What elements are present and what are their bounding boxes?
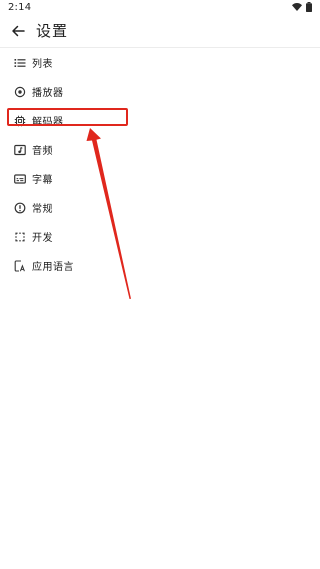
settings-screen: 2:14 设置 列表 播放器 解码器 音频 字幕 常规 开发 应用语言 [0,0,320,569]
menu-item-decoder[interactable]: 解码器 [0,106,320,135]
back-button[interactable] [2,15,34,47]
menu-item-app-language[interactable]: 应用语言 [0,251,320,280]
wifi-icon [292,3,302,11]
menu-item-label: 应用语言 [32,262,74,273]
status-time: 2:14 [8,1,32,13]
menu-item-general[interactable]: 常规 [0,193,320,222]
battery-icon [306,2,312,12]
menu-item-subtitle[interactable]: 字幕 [0,164,320,193]
language-icon [14,259,26,272]
status-bar: 2:14 [0,0,320,14]
menu-item-label: 开发 [32,233,53,244]
arrow-back-icon [12,25,25,36]
app-bar: 设置 [0,14,320,48]
chip-icon [14,115,26,127]
player-icon [14,86,26,98]
list-icon [14,57,26,69]
menu-item-label: 列表 [32,59,53,70]
menu-item-list[interactable]: 列表 [0,48,320,77]
menu-item-label: 播放器 [32,88,64,99]
subtitle-icon [14,173,26,185]
menu-item-player[interactable]: 播放器 [0,77,320,106]
menu-item-developer[interactable]: 开发 [0,222,320,251]
menu-item-label: 解码器 [32,117,64,128]
page-title: 设置 [36,22,69,40]
developer-icon [14,231,26,243]
info-icon [14,202,26,214]
menu-item-label: 音频 [32,146,53,157]
menu-item-label: 常规 [32,204,53,215]
menu-item-audio[interactable]: 音频 [0,135,320,164]
audio-icon [14,144,26,156]
menu-item-label: 字幕 [32,175,53,186]
status-icons [292,2,312,12]
settings-menu: 列表 播放器 解码器 音频 字幕 常规 开发 应用语言 [0,48,320,280]
